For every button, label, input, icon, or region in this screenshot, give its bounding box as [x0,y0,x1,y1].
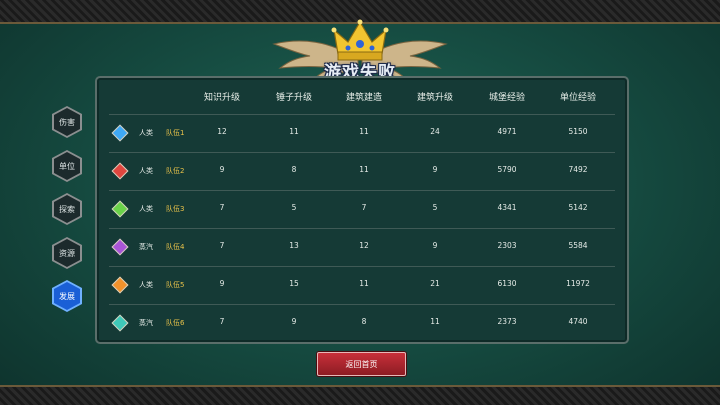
stat-cell: 24 [430,127,440,136]
stat-cell: 7 [361,203,367,212]
stat-cell: 5790 [497,165,517,174]
table-header: 知识升级 锤子升级 建筑建造 建筑升级 城堡经验 单位经验 [97,90,627,110]
table-row: 蒸汽 队伍6 7 9 8 11 2373 4740 [109,304,615,343]
crown-icon [331,19,389,61]
stat-cell: 4971 [497,127,517,136]
stat-cell: 21 [430,279,440,288]
stat-cell: 8 [291,165,297,174]
table-row: 蒸汽 队伍4 7 13 12 9 2303 5584 [109,228,615,267]
table-row: 人类 队伍2 9 8 11 9 5790 7492 [109,152,615,191]
tab-explore-label: 探索 [54,195,80,223]
header-building-upgrade: 建筑升级 [416,93,453,103]
table-row: 人类 队伍1 12 11 11 24 4971 5150 [109,114,615,153]
race-label: 人类 [139,167,153,175]
stat-cell: 4740 [568,317,588,326]
header-castle-exp: 城堡经验 [488,93,525,103]
team-label: 队伍1 [166,129,185,137]
stat-cell: 7492 [568,165,588,174]
stat-cell: 5 [432,203,438,212]
stat-cell: 9 [432,241,438,250]
stat-cell: 5142 [568,203,588,212]
stat-cell: 9 [219,165,225,174]
stat-cell: 11 [430,317,440,326]
stat-cell: 5 [291,203,297,212]
race-label: 人类 [139,129,153,137]
stat-cell: 9 [291,317,297,326]
team-gem-icon [111,276,129,294]
stat-cell: 12 [217,127,227,136]
race-label: 蒸汽 [139,319,153,327]
team-gem-icon [111,162,129,180]
tab-development[interactable]: 发展 [52,280,82,312]
bottom-border [0,385,720,405]
race-label: 蒸汽 [139,243,153,251]
race-label: 人类 [139,281,153,289]
team-label: 队伍5 [166,281,185,289]
header-building-construct: 建筑建造 [345,93,382,103]
stat-cell: 8 [361,317,367,326]
tab-resources[interactable]: 资源 [52,237,82,269]
stat-cell: 12 [359,241,369,250]
stat-cell: 4341 [497,203,517,212]
team-label: 队伍2 [166,167,185,175]
team-gem-icon [111,314,129,332]
team-gem-icon [111,124,129,142]
tab-damage[interactable]: 伤害 [52,106,82,138]
stat-cell: 5150 [568,127,588,136]
stat-cell: 11 [289,127,299,136]
stat-cell: 7 [219,241,225,250]
stat-cell: 11 [359,127,369,136]
stats-panel: 知识升级 锤子升级 建筑建造 建筑升级 城堡经验 单位经验 人类 队伍1 12 11 1… [95,76,629,344]
stat-cell: 13 [289,241,299,250]
header-unit-exp: 单位经验 [559,93,596,103]
stat-cell: 2303 [497,241,517,250]
stat-cell: 7 [219,317,225,326]
stat-cell: 7 [219,203,225,212]
stat-cell: 2373 [497,317,517,326]
stat-cell: 15 [289,279,299,288]
return-home-button[interactable]: 返回首页 [317,352,406,376]
tab-damage-label: 伤害 [54,108,80,136]
table-row: 人类 队伍5 9 15 11 21 6130 11972 [109,266,615,305]
tab-resources-label: 资源 [54,239,80,267]
tab-explore[interactable]: 探索 [52,193,82,225]
header-hammer-upgrade: 锤子升级 [275,93,312,103]
team-label: 队伍6 [166,319,185,327]
tab-units[interactable]: 单位 [52,150,82,182]
header-knowledge-upgrade: 知识升级 [203,93,240,103]
team-label: 队伍4 [166,243,185,251]
race-label: 人类 [139,205,153,213]
stat-cell: 5584 [568,241,588,250]
stat-cell: 9 [219,279,225,288]
stat-cell: 6130 [497,279,517,288]
table-row: 人类 队伍3 7 5 7 5 4341 5142 [109,190,615,229]
team-gem-icon [111,238,129,256]
stat-cell: 11 [359,165,369,174]
tab-development-label: 发展 [54,282,80,310]
tab-units-label: 单位 [54,152,80,180]
stat-cell: 9 [432,165,438,174]
team-gem-icon [111,200,129,218]
stat-cell: 11972 [566,279,590,288]
team-label: 队伍3 [166,205,185,213]
stat-cell: 11 [359,279,369,288]
